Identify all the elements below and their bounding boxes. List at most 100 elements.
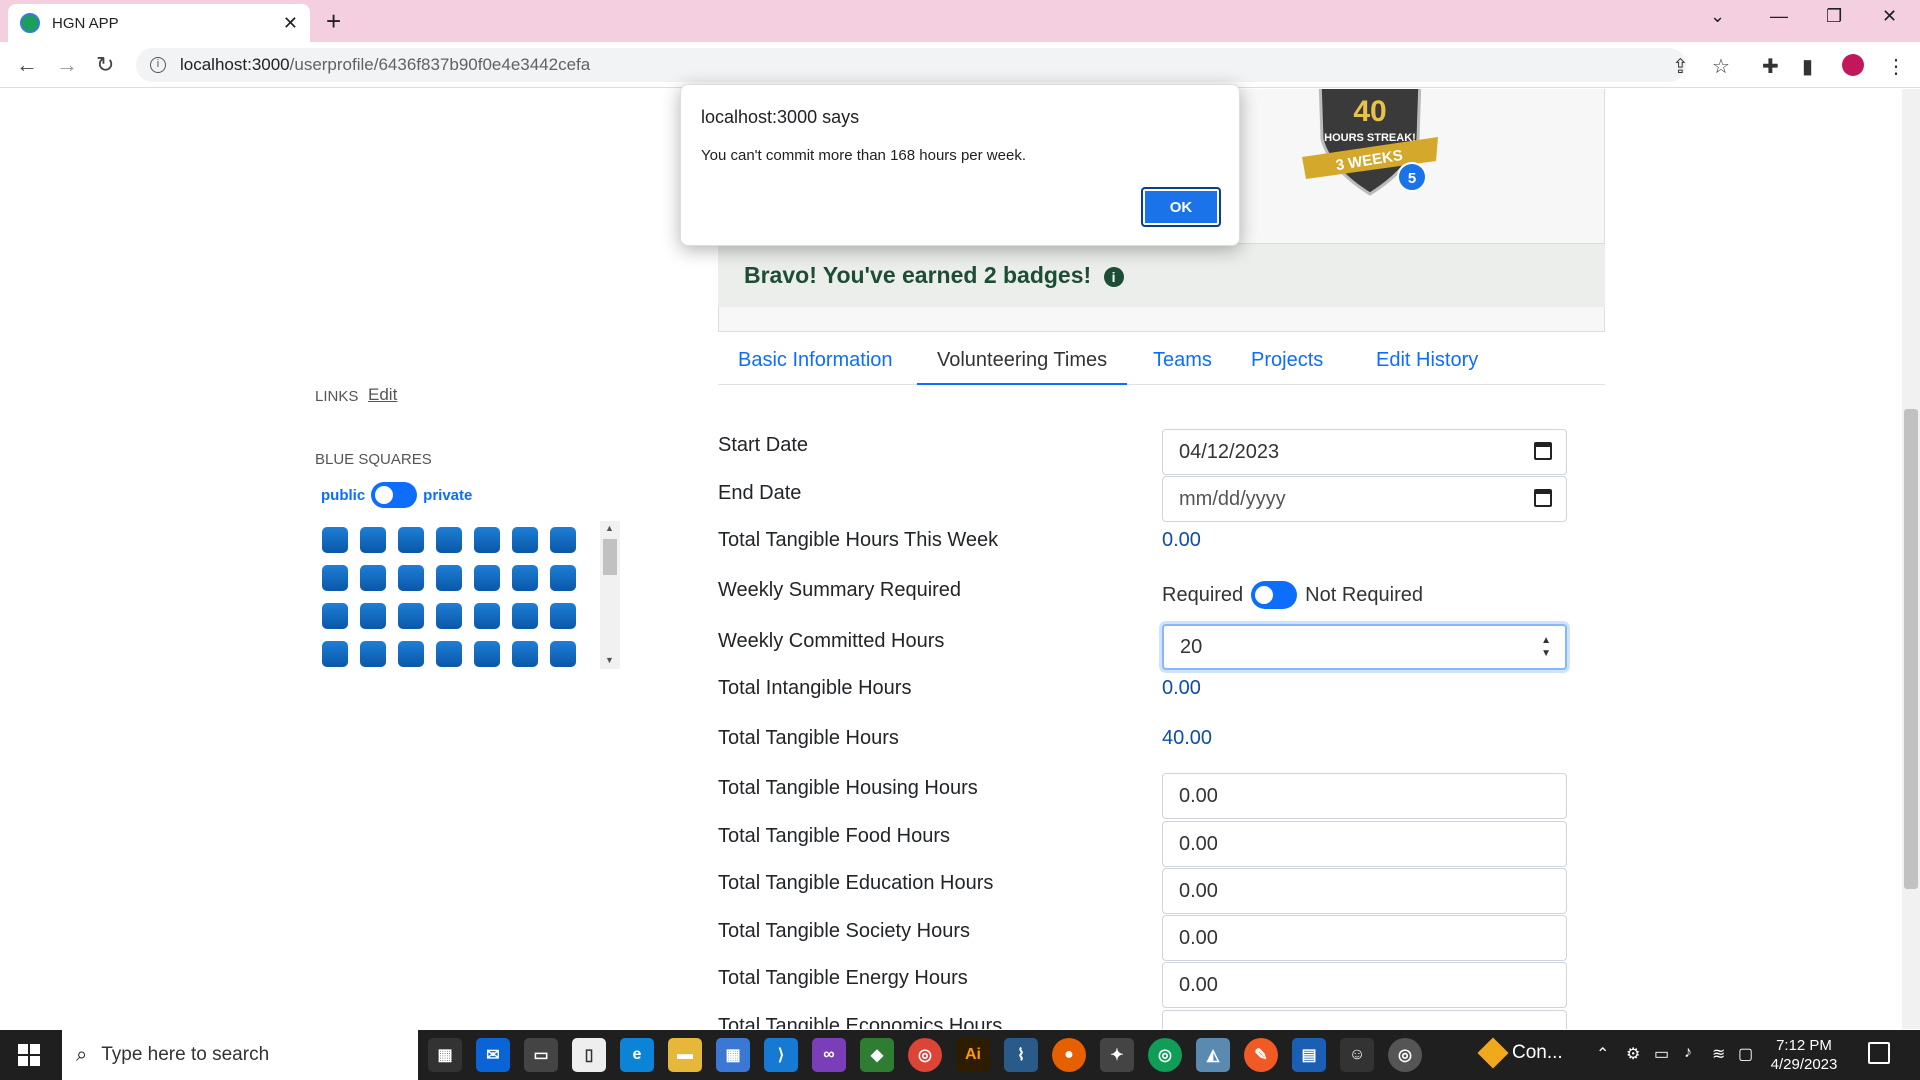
network-tool-icon[interactable]: ⌇ [1004,1038,1038,1072]
housing-hours-input[interactable]: 0.00 [1162,773,1567,819]
blue-square[interactable] [398,603,424,629]
blue-square[interactable] [550,527,576,553]
taskbar-search-input[interactable]: ⌕ Type here to search [62,1030,418,1080]
blue-square[interactable] [360,527,386,553]
blue-square[interactable] [550,603,576,629]
forward-icon[interactable]: → [56,52,78,78]
blue-square[interactable] [436,603,462,629]
scroll-down-icon[interactable]: ▼ [605,655,614,665]
tab-edit-history[interactable]: Edit History [1356,337,1498,385]
calendar-icon[interactable] [1534,489,1552,507]
close-tab-icon[interactable]: ✕ [283,13,298,34]
profile-avatar-icon[interactable] [1842,54,1864,82]
chrome-active-icon[interactable]: ◎ [1388,1038,1422,1072]
blue-square[interactable] [436,527,462,553]
blue-square[interactable] [474,603,500,629]
society-hours-input[interactable]: 0.00 [1162,915,1567,961]
site-info-icon[interactable]: i [150,57,166,73]
minimize-icon[interactable]: — [1770,6,1788,27]
tray-app-icon[interactable]: ⚙ [1626,1044,1640,1064]
vscode-icon[interactable]: ⟩ [764,1038,798,1072]
volume-icon[interactable]: ♪ [1684,1044,1692,1062]
git-tool-icon[interactable]: ✦ [1100,1038,1134,1072]
page-scroll-thumb[interactable] [1904,409,1918,889]
blue-square[interactable] [512,527,538,553]
blue-square[interactable] [398,641,424,667]
scroll-thumb[interactable] [603,539,617,575]
blue-square[interactable] [360,565,386,591]
tab-teams[interactable]: Teams [1133,337,1232,385]
display-icon[interactable]: ▢ [1738,1044,1753,1064]
bookmark-star-icon[interactable]: ☆ [1712,54,1730,79]
windows-start-icon[interactable] [18,1044,40,1066]
store-icon[interactable]: ▦ [716,1038,750,1072]
reload-icon[interactable]: ↻ [96,52,114,78]
mail-icon[interactable]: ✉ [476,1038,510,1072]
calendar-icon[interactable] [1534,442,1552,460]
blue-square[interactable] [322,565,348,591]
extensions-icon[interactable]: ✚ [1762,54,1779,79]
chrome-icon[interactable]: ◎ [908,1038,942,1072]
links-edit-link[interactable]: Edit [368,385,397,405]
tray-chevron-icon[interactable]: ⌃ [1596,1044,1609,1064]
blue-square[interactable] [474,641,500,667]
file-explorer-icon[interactable]: ▬ [668,1038,702,1072]
energy-hours-input[interactable]: 0.00 [1162,962,1567,1008]
firefox-icon[interactable]: ● [1052,1038,1086,1072]
close-window-icon[interactable]: ✕ [1882,6,1897,27]
connection-status[interactable]: Con... [1477,1037,1563,1069]
blue-square[interactable] [360,641,386,667]
blue-square[interactable] [360,603,386,629]
menu-kebab-icon[interactable]: ⋮ [1886,54,1906,79]
notepad-icon[interactable]: ▯ [572,1038,606,1072]
blue-square[interactable] [512,603,538,629]
ok-button[interactable]: OK [1141,187,1221,227]
blue-square[interactable] [512,641,538,667]
blue-square[interactable] [398,527,424,553]
committed-hours-input[interactable]: 20 ▲ ▼ [1162,624,1567,670]
blue-square[interactable] [398,565,424,591]
linux-penguin-icon[interactable]: ☺ [1340,1038,1374,1072]
word-document-icon[interactable]: ▤ [1292,1038,1326,1072]
tab-projects[interactable]: Projects [1231,337,1343,385]
system-clock[interactable]: 7:12 PM 4/29/2023 [1756,1036,1852,1074]
end-date-input[interactable]: mm/dd/yyyy [1162,476,1567,522]
battery-icon[interactable]: ▭ [1654,1044,1669,1064]
terminal-icon[interactable]: ▭ [524,1038,558,1072]
url-input[interactable]: i localhost:3000/userprofile/6436f837b90… [136,48,1686,82]
task-view-icon[interactable]: ▦ [428,1038,462,1072]
blue-square[interactable] [474,527,500,553]
start-date-input[interactable]: 04/12/2023 [1162,429,1567,475]
blue-squares-scrollbar[interactable]: ▲ ▼ [600,521,620,669]
tab-search-chevron-icon[interactable]: ⌄ [1710,6,1725,27]
blue-square[interactable] [322,641,348,667]
blue-square[interactable] [550,641,576,667]
browser-tab[interactable]: HGN APP ✕ [8,4,310,42]
food-hours-input[interactable]: 0.00 [1162,821,1567,867]
number-spinner-icon[interactable]: ▲ ▼ [1541,634,1551,660]
blue-square[interactable] [322,527,348,553]
blue-squares-visibility-toggle[interactable] [371,482,418,508]
blue-square[interactable] [512,565,538,591]
tab-volunteering-times[interactable]: Volunteering Times [917,337,1128,385]
side-panel-icon[interactable]: ▮ [1802,54,1813,79]
weekly-summary-toggle[interactable] [1251,581,1298,609]
illustrator-icon[interactable]: Ai [956,1038,990,1072]
blue-square[interactable] [474,565,500,591]
blue-square[interactable] [550,565,576,591]
notification-icon[interactable] [1868,1042,1890,1064]
blue-square[interactable] [436,565,462,591]
sourcetree-icon[interactable]: ◆ [860,1038,894,1072]
visual-studio-icon[interactable]: ∞ [812,1038,846,1072]
db-tool-icon[interactable]: ◭ [1196,1038,1230,1072]
restore-icon[interactable]: ❐ [1826,6,1842,27]
scroll-up-icon[interactable]: ▲ [605,523,614,533]
economics-hours-input[interactable] [1162,1010,1567,1029]
postman-icon[interactable]: ✎ [1244,1038,1278,1072]
back-icon[interactable]: ← [16,52,38,78]
edge-icon[interactable]: e [620,1038,654,1072]
blue-square[interactable] [436,641,462,667]
new-tab-icon[interactable]: + [326,6,341,37]
tab-basic-information[interactable]: Basic Information [718,337,913,385]
education-hours-input[interactable]: 0.00 [1162,868,1567,914]
